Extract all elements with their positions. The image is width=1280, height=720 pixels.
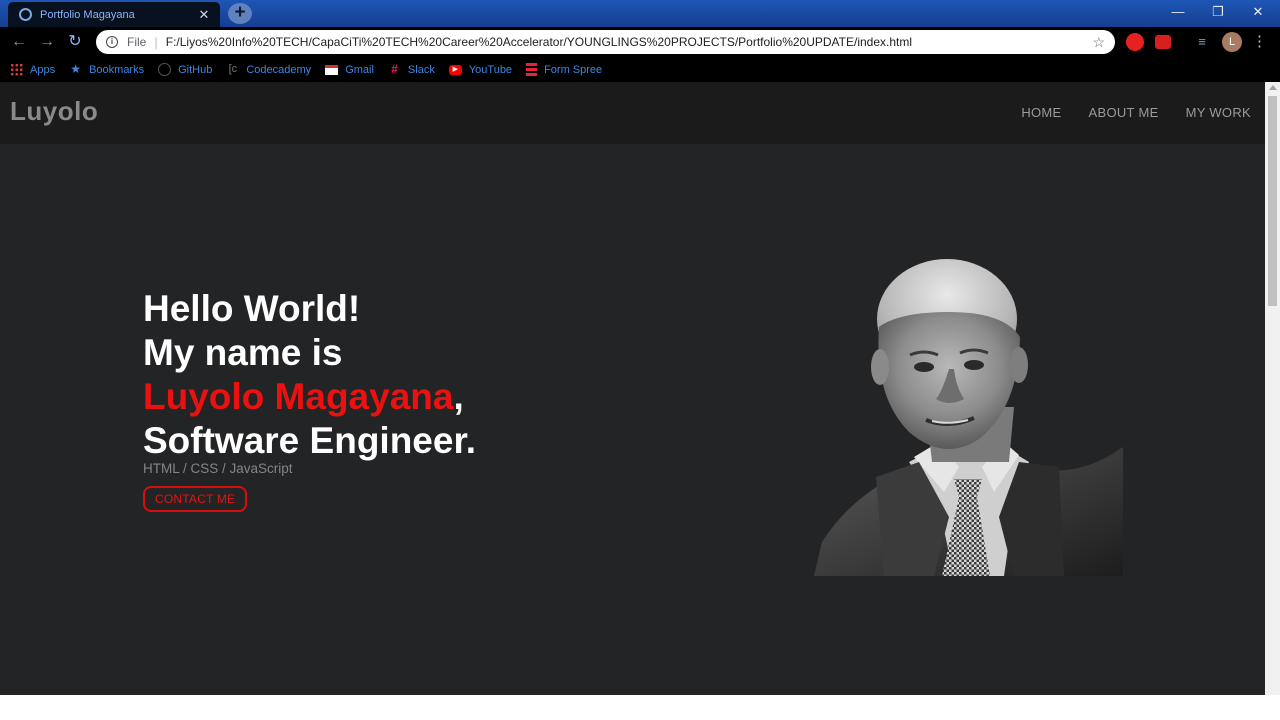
page-viewport: Luyolo HOME ABOUT ME MY WORK Hello World… bbox=[0, 82, 1265, 695]
close-window-button[interactable]: ✕ bbox=[1238, 0, 1278, 24]
nav-home[interactable]: HOME bbox=[1021, 105, 1061, 120]
globe-icon bbox=[19, 8, 32, 21]
url-text[interactable]: F:/Liyos%20Info%20TECH/CapaCiTi%20TECH%2… bbox=[166, 35, 1093, 49]
extension-store-icon[interactable] bbox=[1155, 35, 1171, 49]
headline-line-1: Hello World! bbox=[143, 288, 361, 329]
profile-avatar[interactable]: L bbox=[1222, 32, 1242, 52]
bookmark-gmail[interactable]: Gmail bbox=[325, 64, 374, 76]
github-icon bbox=[158, 63, 172, 76]
reload-icon[interactable]: ↻ bbox=[65, 32, 85, 52]
bookmark-star-icon[interactable]: ☆ bbox=[1092, 34, 1105, 51]
bookmark-github[interactable]: GitHub bbox=[158, 63, 212, 76]
browser-toolbar: ← → ↻ i File | F:/Liyos%20Info%20TECH/Ca… bbox=[0, 27, 1280, 57]
bookmark-codecademy[interactable]: [c Codecademy bbox=[226, 63, 312, 76]
url-separator: | bbox=[154, 34, 158, 50]
codecademy-icon: [c bbox=[228, 63, 238, 75]
headline-line-4: Software Engineer. bbox=[143, 420, 477, 461]
new-tab-button[interactable]: + bbox=[228, 3, 252, 24]
back-arrow-icon[interactable]: ← bbox=[9, 32, 29, 52]
gmail-icon bbox=[325, 64, 339, 75]
skills-subtitle: HTML / CSS / JavaScript bbox=[143, 461, 293, 476]
browser-tab-active[interactable]: Portfolio Magayana ✕ bbox=[8, 2, 220, 27]
bookmark-youtube[interactable]: ▶ YouTube bbox=[448, 64, 512, 76]
headline-comma: , bbox=[453, 376, 464, 417]
reading-list-icon[interactable]: ≡ bbox=[1194, 35, 1210, 49]
site-nav: HOME ABOUT ME MY WORK bbox=[1021, 105, 1251, 120]
site-info-icon[interactable]: i bbox=[106, 36, 118, 48]
formspree-icon bbox=[526, 63, 538, 76]
url-scheme: File bbox=[127, 35, 147, 49]
scrollbar-thumb[interactable] bbox=[1268, 96, 1277, 306]
forward-arrow-icon[interactable]: → bbox=[37, 32, 57, 52]
bookmark-bookmarks[interactable]: ★ Bookmarks bbox=[69, 63, 144, 76]
tab-title: Portfolio Magayana bbox=[40, 8, 135, 21]
site-header: Luyolo HOME ABOUT ME MY WORK bbox=[0, 82, 1265, 144]
contact-me-button[interactable]: CONTACT ME bbox=[143, 486, 248, 512]
bookmark-form-spree[interactable]: Form Spree bbox=[526, 63, 602, 76]
site-brand[interactable]: Luyolo bbox=[10, 96, 98, 127]
hero-name: Luyolo Magayana bbox=[143, 376, 454, 417]
bookmarks-bar: Apps ★ Bookmarks GitHub [c Codecademy Gm… bbox=[0, 57, 1280, 82]
headline-line-3: Luyolo Magayana, bbox=[143, 375, 476, 419]
bookmark-slack[interactable]: # Slack bbox=[388, 63, 435, 76]
apps-grid-icon bbox=[10, 63, 23, 76]
portrait-photo bbox=[814, 257, 1123, 576]
page-bottom-edge bbox=[0, 695, 1280, 720]
headline-line-2: My name is bbox=[143, 332, 343, 373]
address-bar[interactable]: i File | F:/Liyos%20Info%20TECH/CapaCiTi… bbox=[96, 30, 1115, 54]
slack-icon: # bbox=[391, 62, 398, 76]
minimize-button[interactable]: — bbox=[1158, 0, 1198, 24]
close-tab-icon[interactable]: ✕ bbox=[196, 7, 212, 23]
star-icon: ★ bbox=[70, 62, 81, 76]
bookmark-apps[interactable]: Apps bbox=[10, 63, 55, 76]
scroll-up-arrow-icon[interactable] bbox=[1269, 85, 1277, 90]
nav-my-work[interactable]: MY WORK bbox=[1186, 105, 1251, 120]
hero-intro: Hello World! My name is Luyolo Magayana,… bbox=[143, 287, 476, 512]
hero-headline: Hello World! My name is Luyolo Magayana,… bbox=[143, 287, 476, 463]
extension-red-hand-icon[interactable] bbox=[1126, 33, 1144, 51]
tab-strip: Portfolio Magayana ✕ + — ❐ ✕ bbox=[0, 0, 1280, 27]
youtube-icon: ▶ bbox=[448, 64, 462, 75]
page-scrollbar[interactable] bbox=[1265, 82, 1280, 695]
nav-about-me[interactable]: ABOUT ME bbox=[1089, 105, 1159, 120]
restore-button[interactable]: ❐ bbox=[1198, 0, 1238, 24]
browser-menu-icon[interactable]: ⋮ bbox=[1252, 33, 1267, 51]
